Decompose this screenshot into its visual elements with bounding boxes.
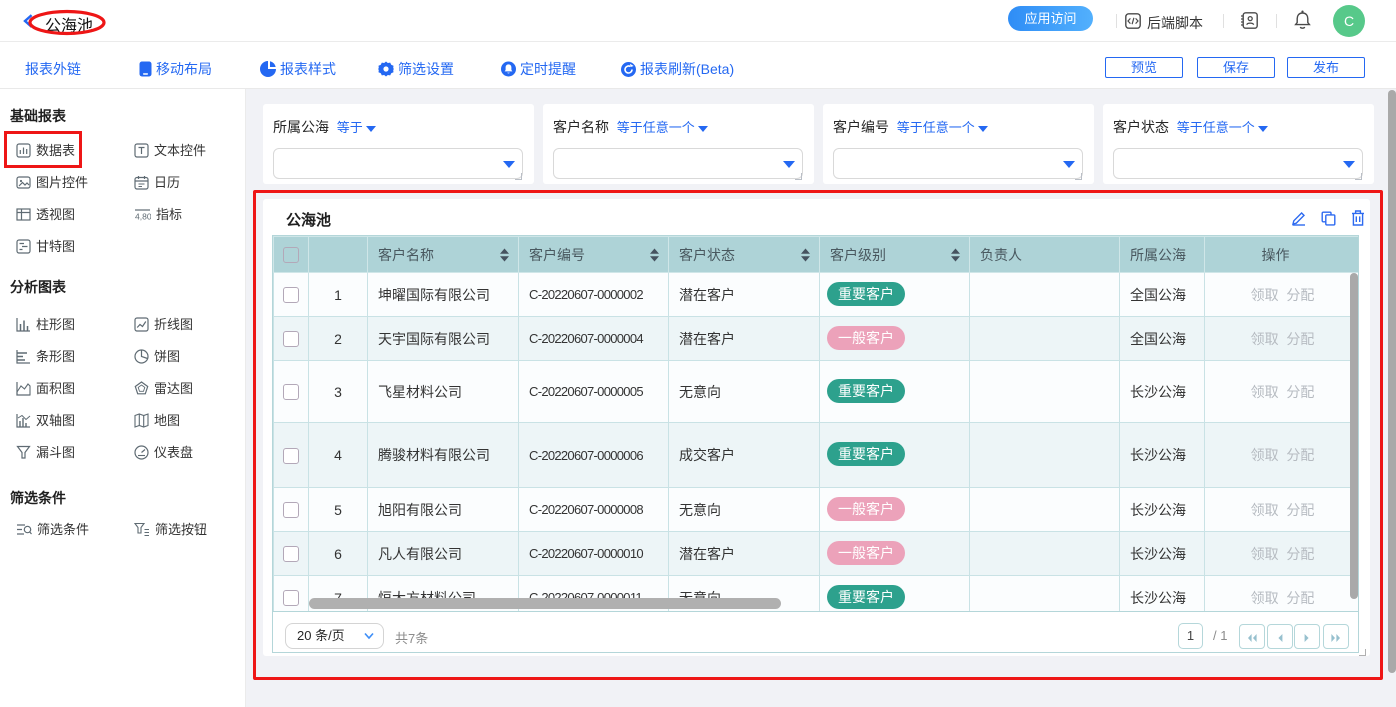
svg-text:4,80: 4,80 [135, 212, 151, 222]
